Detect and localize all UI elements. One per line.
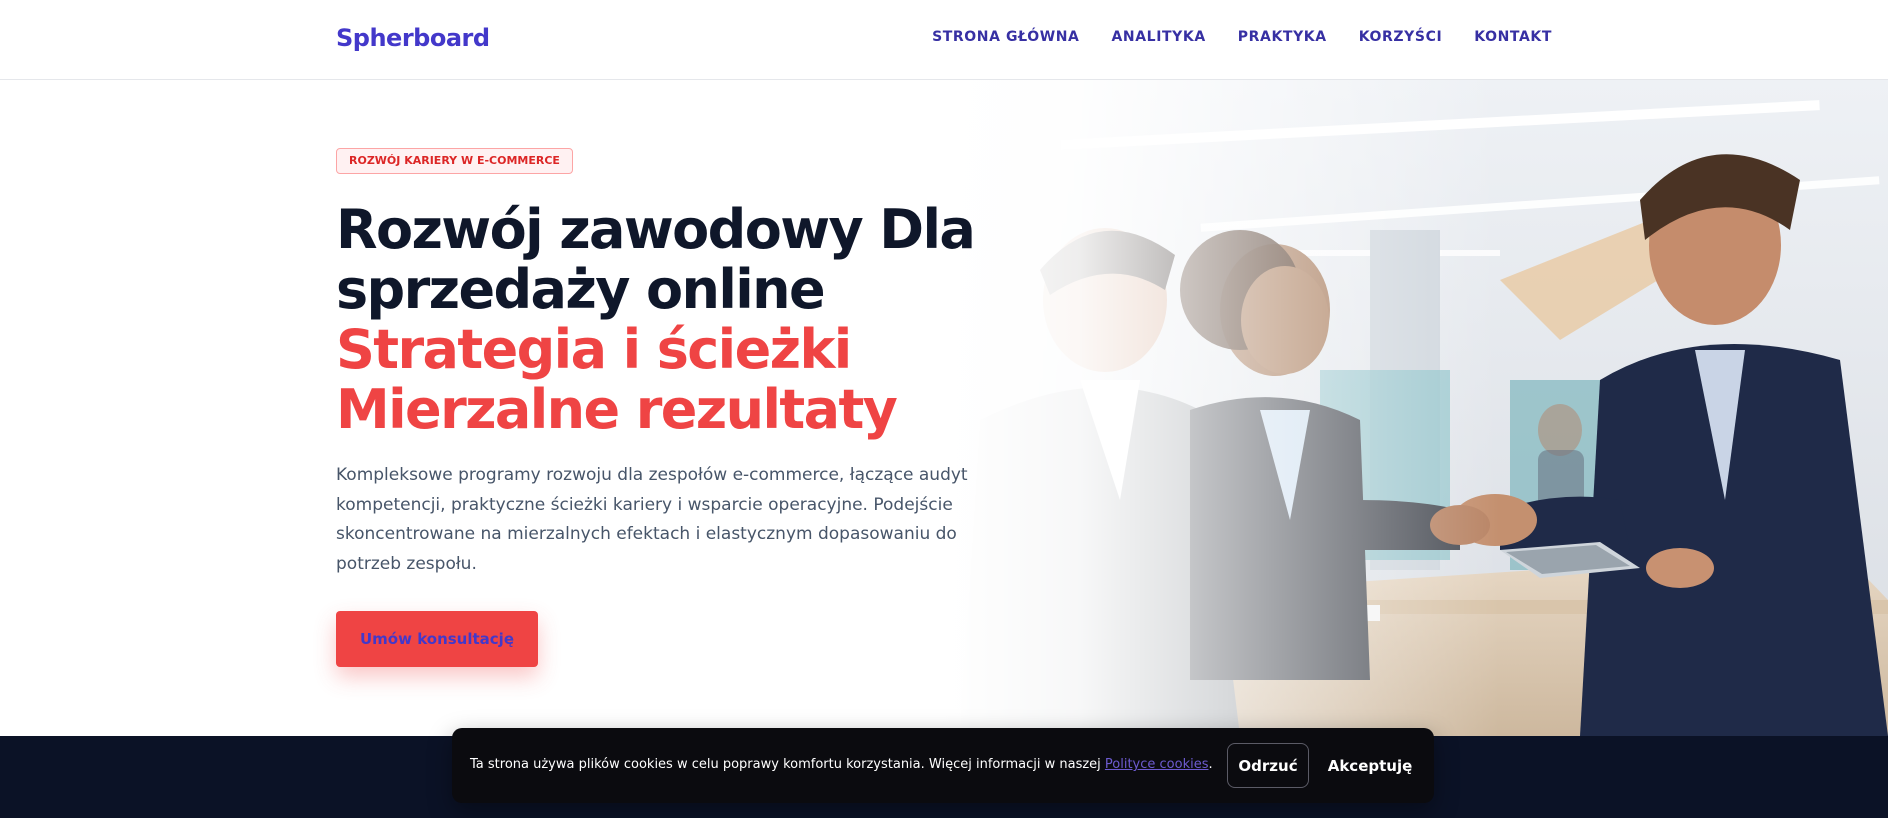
accept-cookies-button[interactable]: Akceptuję	[1320, 743, 1420, 788]
hero-badge: ROZWÓJ KARIERY W E-COMMERCE	[336, 148, 573, 174]
hero-title-line2: sprzedaży online	[336, 258, 826, 321]
hero-description: Kompleksowe programy rozwoju dla zespołó…	[336, 465, 968, 574]
hero-image-fade	[940, 80, 1500, 736]
hero-title: Rozwój zawodowy Dla sprzedaży online Str…	[336, 200, 1016, 440]
reject-cookies-button[interactable]: Odrzuć	[1227, 743, 1309, 788]
nav-analytics[interactable]: ANALITYKA	[1112, 29, 1206, 45]
hero-title-line4: Mierzalne rezultaty	[336, 378, 898, 441]
nav-home[interactable]: STRONA GŁÓWNA	[932, 29, 1079, 45]
book-consultation-button[interactable]: Umów konsultację	[336, 611, 538, 667]
hero-section: ROZWÓJ KARIERY W E-COMMERCE Rozwój zawod…	[0, 80, 1888, 736]
logo[interactable]: Spherboard	[336, 24, 490, 52]
nav-practice[interactable]: PRAKTYKA	[1238, 29, 1327, 45]
hero-title-line1: Rozwój zawodowy Dla	[336, 198, 976, 261]
cookie-period: .	[1208, 757, 1213, 772]
cookie-banner: Ta strona używa plików cookies w celu po…	[452, 728, 1434, 803]
nav-contact[interactable]: KONTAKT	[1474, 29, 1552, 45]
cookie-message: Ta strona używa plików cookies w celu po…	[470, 757, 1213, 772]
main-nav: STRONA GŁÓWNA ANALITYKA PRAKTYKA KORZYŚC…	[932, 29, 1552, 45]
site-header: Spherboard STRONA GŁÓWNA ANALITYKA PRAKT…	[0, 0, 1888, 80]
cookie-text: Ta strona używa plików cookies w celu po…	[470, 757, 1105, 772]
cookie-policy-link[interactable]: Polityce cookies	[1105, 757, 1209, 772]
hero-title-line3: Strategia i ścieżki	[336, 318, 852, 381]
nav-benefits[interactable]: KORZYŚCI	[1359, 29, 1443, 45]
